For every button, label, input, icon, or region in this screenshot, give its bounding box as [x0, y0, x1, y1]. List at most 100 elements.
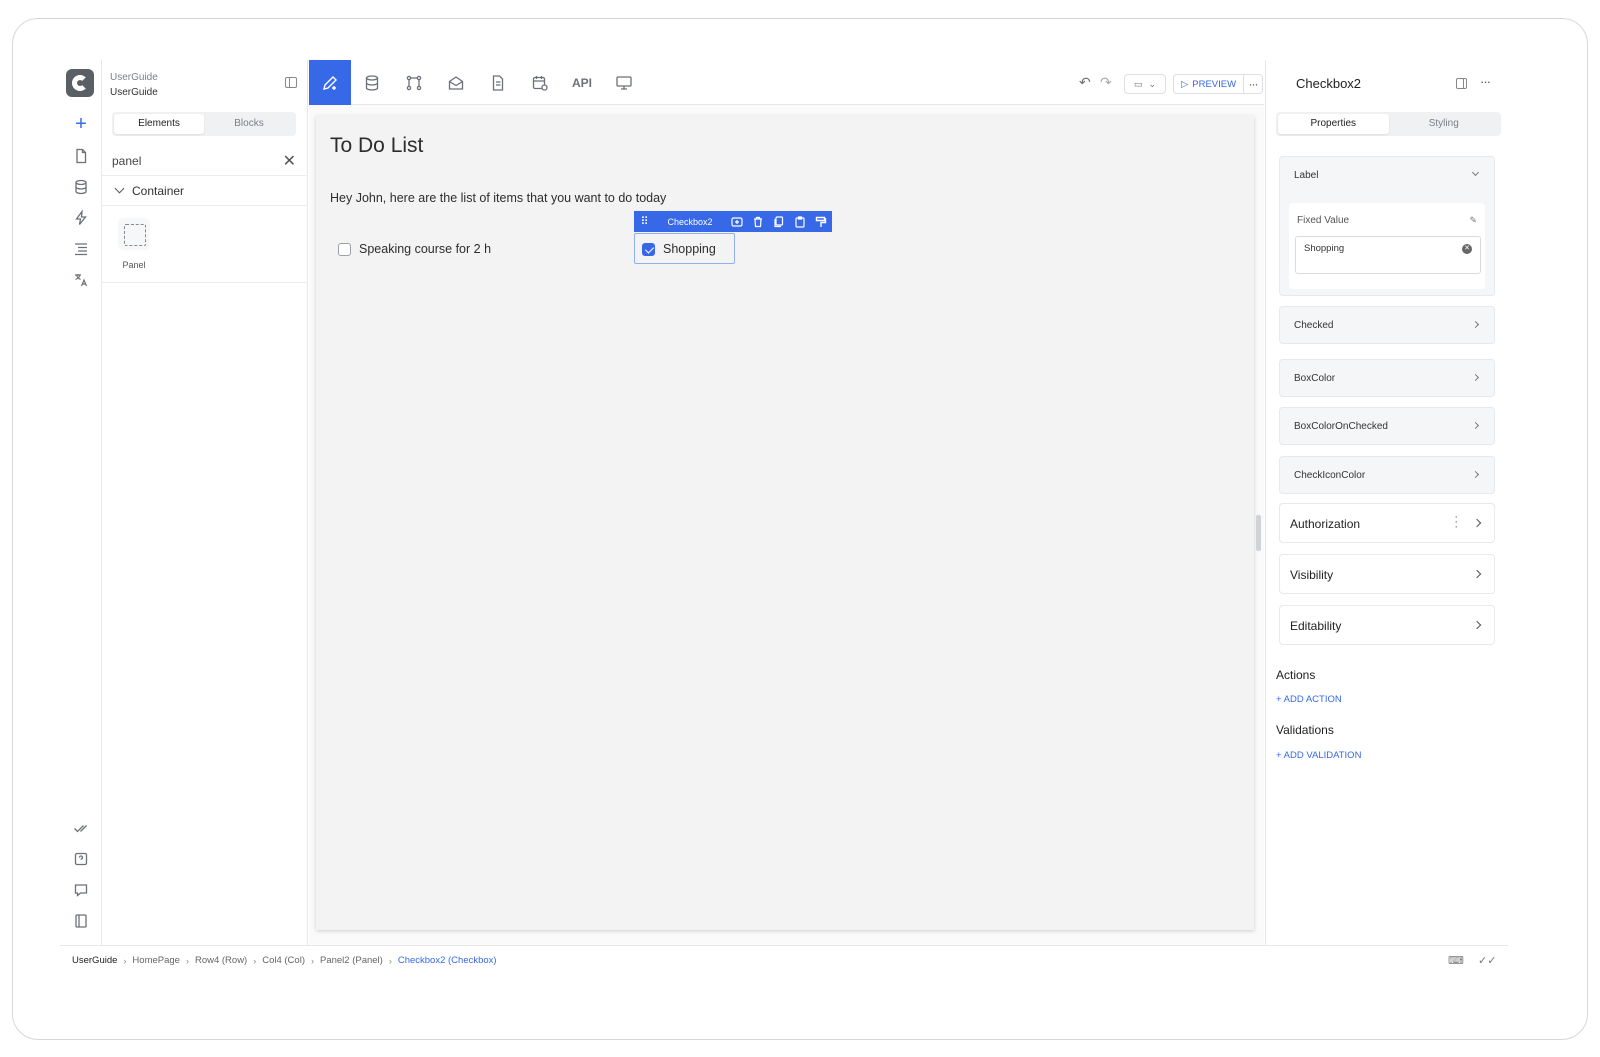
copy-icon[interactable]: [768, 215, 789, 228]
scheduler-icon[interactable]: [519, 60, 561, 105]
paste-icon[interactable]: [789, 215, 810, 228]
panel-element-icon[interactable]: [118, 218, 150, 250]
play-icon: ▷: [1180, 78, 1189, 90]
section-visibility[interactable]: Visibility: [1279, 554, 1495, 594]
database-icon[interactable]: [69, 175, 93, 199]
top-toolbar: API ↶ ↷ ▭ ⌄ ▷ PREVIEW ···: [309, 60, 1264, 105]
section-boxcoloronchecked-label: BoxColorOnChecked: [1294, 421, 1388, 432]
breadcrumb-item[interactable]: HomePage: [132, 955, 180, 966]
page-icon[interactable]: [69, 144, 93, 168]
page-title[interactable]: To Do List: [330, 134, 423, 158]
project-name: UserGuide UserGuide: [110, 70, 158, 100]
clear-icon[interactable]: ✕: [1462, 244, 1472, 254]
tree-list-icon[interactable]: [69, 237, 93, 261]
checkbox2[interactable]: Shopping: [642, 242, 716, 256]
section-boxcolor[interactable]: BoxColor: [1279, 359, 1495, 397]
checkbox1-box[interactable]: [338, 242, 351, 256]
icon-rail: +: [60, 60, 102, 945]
breadcrumb-item-current[interactable]: Checkbox2 (Checkbox): [398, 955, 497, 966]
data-icon[interactable]: [351, 60, 393, 105]
keyboard-icon[interactable]: ⌨: [1448, 954, 1464, 967]
format-paint-icon[interactable]: [810, 216, 831, 228]
book-icon[interactable]: [69, 909, 93, 933]
chevron-right-icon: ›: [123, 955, 127, 966]
tab-elements[interactable]: Elements: [114, 114, 204, 134]
section-editability[interactable]: Editability: [1279, 605, 1495, 645]
tab-properties[interactable]: Properties: [1278, 114, 1389, 134]
section-checked-label: Checked: [1294, 320, 1334, 331]
more-label: ···: [1248, 77, 1259, 91]
checkbox1[interactable]: Speaking course for 2 h: [338, 242, 491, 256]
delete-icon[interactable]: [747, 216, 768, 228]
chevron-down-icon[interactable]: [1471, 168, 1480, 177]
design-pen-icon[interactable]: [309, 60, 351, 105]
tab-blocks[interactable]: Blocks: [204, 114, 294, 134]
search-input[interactable]: [112, 150, 272, 172]
chevron-right-icon: ›: [253, 955, 257, 966]
app-logo[interactable]: [66, 69, 94, 97]
more-options-icon[interactable]: ···: [1480, 74, 1491, 89]
device-selector[interactable]: ▭ ⌄: [1124, 74, 1166, 94]
chevron-right-icon: ›: [310, 955, 314, 966]
document-icon[interactable]: [477, 60, 519, 105]
selected-element-name: Checkbox2: [667, 216, 713, 227]
tab-styling[interactable]: Styling: [1389, 114, 1500, 134]
elements-panel: UserGuide UserGuide Elements Blocks ✕ Co…: [102, 60, 308, 945]
kebab-menu-icon[interactable]: · · ·: [1454, 512, 1458, 533]
redo-icon[interactable]: ↷: [1100, 74, 1112, 91]
breadcrumb: UserGuide › HomePage › Row4 (Row) › Col4…: [60, 945, 1508, 975]
app: + UserGuide UserGuide Elements Blocks ✕ …: [60, 60, 1540, 990]
panel-element-label: Panel: [122, 260, 146, 270]
section-checked[interactable]: Checked: [1279, 306, 1495, 344]
divider: [102, 282, 308, 283]
add-validation-button[interactable]: + ADD VALIDATION: [1276, 750, 1361, 761]
chat-icon[interactable]: [69, 878, 93, 902]
add-element-icon[interactable]: +: [69, 112, 93, 136]
checkbox2-box[interactable]: [642, 242, 655, 256]
breadcrumb-item[interactable]: Row4 (Row): [195, 955, 247, 966]
mail-icon[interactable]: [435, 60, 477, 105]
section-visibility-label: Visibility: [1290, 568, 1334, 582]
section-authorization-label: Authorization: [1290, 517, 1361, 531]
elements-blocks-toggle: Elements Blocks: [112, 112, 296, 136]
chevron-right-icon: [1472, 620, 1482, 630]
fixed-value-input[interactable]: Shopping ✕: [1295, 236, 1481, 274]
screen-settings-icon[interactable]: [603, 60, 645, 105]
project-name-line1: UserGuide: [110, 72, 158, 83]
add-action-button[interactable]: + ADD ACTION: [1276, 694, 1342, 705]
chevron-right-icon: [1472, 518, 1482, 528]
preview-label: PREVIEW: [1192, 78, 1237, 90]
double-check-icon[interactable]: ✓✓: [1478, 954, 1496, 967]
drag-handle-icon[interactable]: ⠿: [634, 215, 654, 228]
collapse-panel-icon[interactable]: [285, 77, 297, 88]
breadcrumb-item[interactable]: UserGuide: [72, 955, 117, 966]
fixed-value-label: Fixed Value: [1297, 215, 1350, 226]
lightning-icon[interactable]: [69, 206, 93, 230]
breadcrumb-item[interactable]: Col4 (Col): [262, 955, 305, 966]
checkbox1-label: Speaking course for 2 h: [359, 242, 492, 256]
help-icon[interactable]: [69, 847, 93, 871]
undo-icon[interactable]: ↶: [1079, 74, 1091, 91]
workflow-icon[interactable]: [393, 60, 435, 105]
label-section-title[interactable]: Label: [1294, 170, 1318, 181]
panel-resize-handle[interactable]: [1256, 515, 1261, 551]
panel-layout-icon[interactable]: [1456, 78, 1467, 89]
double-check-icon[interactable]: [69, 816, 93, 840]
breadcrumb-item[interactable]: Panel2 (Panel): [320, 955, 383, 966]
translate-icon[interactable]: [69, 268, 93, 292]
pin-icon[interactable]: ✎: [1469, 215, 1477, 226]
more-options-icon[interactable]: ···: [1243, 74, 1263, 94]
element-search: ✕: [102, 146, 308, 176]
page-subtitle[interactable]: Hey John, here are the list of items tha…: [330, 191, 666, 205]
section-checkiconcolor[interactable]: CheckIconColor: [1279, 456, 1495, 494]
checkbox2-label: Shopping: [663, 242, 716, 256]
add-icon[interactable]: [726, 216, 747, 228]
preview-button[interactable]: ▷ PREVIEW: [1173, 74, 1243, 94]
section-boxcoloronchecked[interactable]: BoxColorOnChecked: [1279, 407, 1495, 445]
page-canvas[interactable]: To Do List Hey John, here are the list o…: [316, 116, 1254, 930]
group-container[interactable]: Container: [102, 176, 308, 206]
section-editability-label: Editability: [1290, 619, 1342, 633]
api-button[interactable]: API: [561, 60, 603, 105]
section-authorization[interactable]: Authorization · · ·: [1279, 503, 1495, 543]
clear-search-icon[interactable]: ✕: [283, 151, 296, 171]
